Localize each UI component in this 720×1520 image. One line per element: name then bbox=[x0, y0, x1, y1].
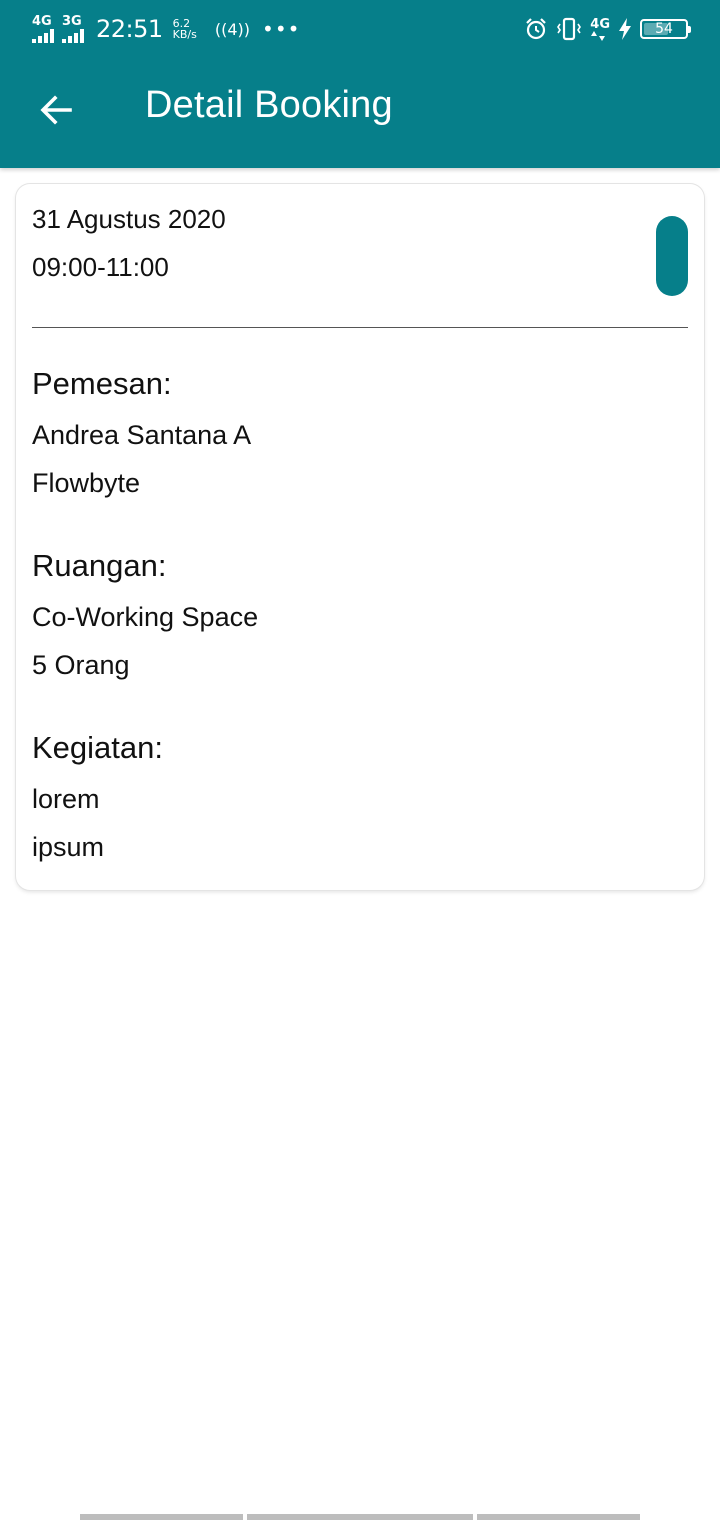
signal-3g-icon: 3G bbox=[62, 15, 84, 43]
pemesan-name: Andrea Santana A bbox=[32, 420, 252, 450]
section-label-pemesan: Pemesan: bbox=[32, 366, 172, 401]
nav-gesture-bar-right bbox=[477, 1514, 640, 1520]
back-button[interactable] bbox=[28, 82, 84, 138]
network-speed: 6.2 KB/s bbox=[173, 18, 197, 40]
arrow-left-icon bbox=[40, 95, 72, 125]
battery-icon: 54 bbox=[640, 19, 691, 39]
status-bar: 4G 3G 22:51 6.2 KB/s ((4)) ••• 4G 54 bbox=[0, 0, 720, 58]
clock: 22:51 bbox=[96, 15, 163, 43]
network-speed-unit: KB/s bbox=[172, 28, 197, 41]
booking-time: 09:00-11:00 bbox=[32, 252, 169, 282]
booking-detail-card: 31 Agustus 2020 09:00-11:00 Pemesan: And… bbox=[16, 184, 704, 890]
status-bar-right: 4G 54 bbox=[524, 14, 691, 44]
ruangan-capacity: 5 Orang bbox=[32, 650, 130, 680]
app-header: 4G 3G 22:51 6.2 KB/s ((4)) ••• 4G 54 Det… bbox=[0, 0, 720, 168]
kegiatan-line-2: ipsum bbox=[32, 832, 105, 862]
page-title: Detail Booking bbox=[145, 84, 393, 126]
alarm-icon bbox=[526, 18, 547, 40]
charging-icon bbox=[619, 18, 631, 40]
hotspot-icon: ((4)) bbox=[214, 19, 251, 39]
network-type-3: 4G bbox=[590, 16, 610, 32]
pemesan-company: Flowbyte bbox=[32, 468, 141, 498]
divider bbox=[32, 327, 688, 328]
app-bar: Detail Booking bbox=[0, 58, 720, 168]
nav-gesture-bar-center bbox=[247, 1514, 473, 1520]
network-type-2: 3G bbox=[62, 14, 82, 29]
data-4g-icon: 4G bbox=[590, 18, 610, 41]
status-indicator bbox=[656, 216, 688, 296]
ruangan-name: Co-Working Space bbox=[32, 602, 259, 632]
kegiatan-line-1: lorem bbox=[32, 784, 100, 814]
section-label-kegiatan: Kegiatan: bbox=[32, 730, 163, 765]
status-bar-left: 4G 3G 22:51 6.2 KB/s ((4)) ••• bbox=[32, 12, 300, 46]
network-type-1: 4G bbox=[32, 14, 52, 29]
nav-gesture-bar-left bbox=[80, 1514, 243, 1520]
battery-level: 54 bbox=[655, 21, 673, 37]
hotspot-label: 4 bbox=[227, 19, 238, 39]
more-notifications-icon: ••• bbox=[262, 17, 301, 41]
booking-date: 31 Agustus 2020 bbox=[32, 204, 226, 234]
signal-4g-icon: 4G bbox=[32, 15, 54, 43]
section-label-ruangan: Ruangan: bbox=[32, 548, 167, 583]
vibrate-icon bbox=[557, 17, 582, 41]
